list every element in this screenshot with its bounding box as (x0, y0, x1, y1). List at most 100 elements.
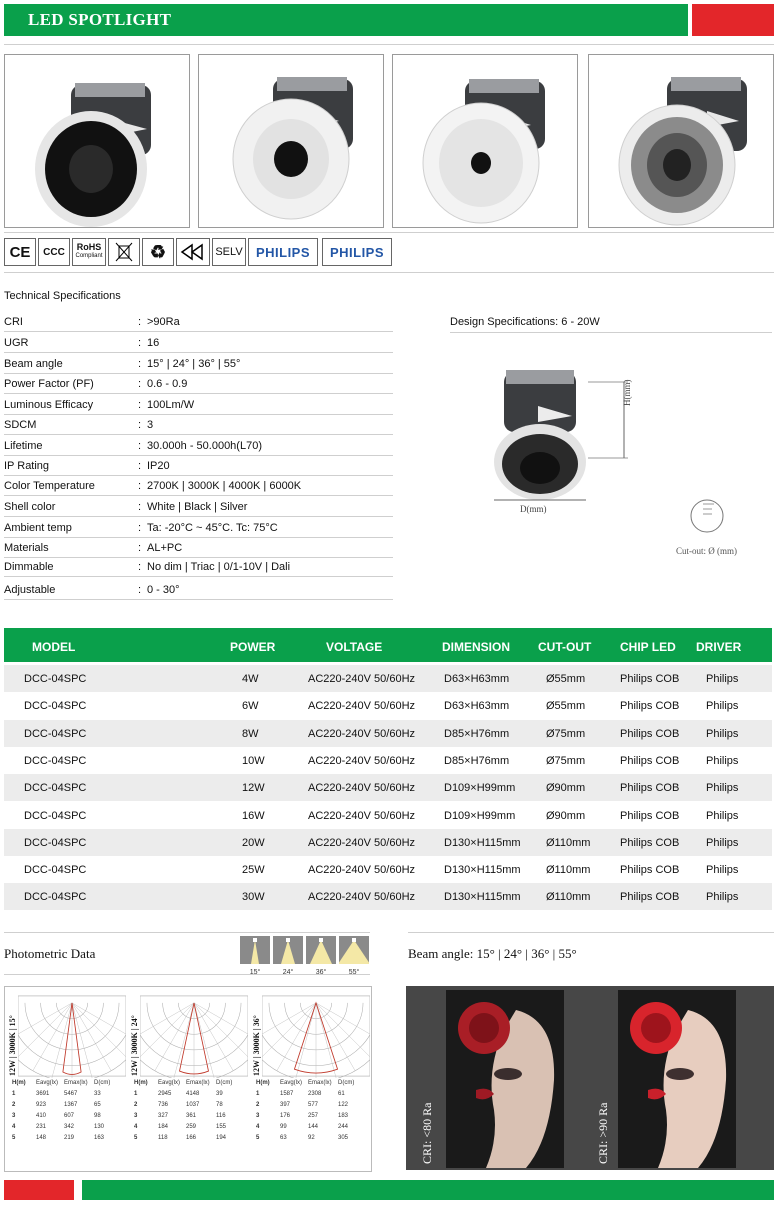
spec-colon: : (138, 358, 142, 370)
spec-value: 30.000h - 50.000h(L70) (147, 440, 262, 452)
photometric-cell: 1 (256, 1091, 260, 1097)
recycle-icon: ♻ (142, 238, 174, 266)
cell-chip: Philips COB (620, 782, 680, 795)
photometric-col-header: D(cm) (94, 1080, 111, 1086)
cell-driver: Philips (706, 809, 739, 822)
polar-diagram (262, 995, 370, 1078)
photometric-cell: 63 (280, 1135, 287, 1141)
photometric-cell: 1367 (64, 1102, 78, 1108)
photometric-cell: 244 (338, 1124, 349, 1130)
photometric-col-header: Emax(lx) (308, 1080, 332, 1086)
photometric-cell: 1 (12, 1091, 16, 1097)
photometric-cell: 144 (308, 1124, 319, 1130)
cell-chip: Philips COB (620, 864, 680, 877)
spec-key: Dimmable (4, 561, 54, 573)
polar-chart: 12W | 3000K | 15° H(m) Eavg(lx) Emax(lx) D(c… (8, 994, 126, 1170)
cell-power: 12W (242, 782, 265, 795)
beam-angle-label: 24° (282, 969, 294, 976)
photometric-cell: 183 (338, 1113, 349, 1119)
photometric-cell: 397 (280, 1102, 291, 1108)
table-row: DCC-04SPC 16W AC220-240V 50/60Hz D109×H99mm… (4, 802, 772, 829)
photometric-cell: 5467 (64, 1091, 78, 1097)
spec-row: SDCM:3 (4, 415, 393, 435)
photometric-cell: 607 (64, 1113, 75, 1119)
spec-key: Luminous Efficacy (4, 399, 94, 411)
photometric-cell: 78 (216, 1102, 223, 1108)
spec-row: UGR:16 (4, 333, 393, 353)
photometric-cell: 65 (94, 1102, 101, 1108)
table-row: DCC-04SPC 20W AC220-240V 50/60Hz D130×H115m… (4, 828, 772, 856)
table-row: DCC-04SPC 4W AC220-240V 50/60Hz D63×H63mm Ø5… (4, 665, 772, 692)
cell-driver: Philips (706, 782, 739, 795)
photometric-cell: 231 (36, 1124, 47, 1130)
spec-row: IP Rating: IP20 (4, 456, 393, 476)
spec-key: Adjustable (4, 584, 56, 596)
model-table-header: MODEL POWER VOLTAGE DIMENSION CUT-OUT CH… (4, 628, 772, 662)
spec-colon: : (138, 501, 142, 513)
photometric-cell: 4148 (186, 1091, 200, 1097)
cell-model: DCC-04SPC (24, 809, 87, 822)
product-photo-pinhole (392, 54, 578, 228)
photometric-cell: 99 (280, 1124, 287, 1130)
spec-key: Shell color (4, 501, 56, 513)
cell-dimension: D109×H99mm (444, 782, 516, 795)
cell-model: DCC-04SPC (24, 891, 87, 904)
spec-colon: : (138, 542, 142, 554)
table-row: DCC-04SPC 10W AC220-240V 50/60Hz D85×H76mm Ø… (4, 747, 772, 774)
photometric-col-header: Eavg(lx) (280, 1080, 303, 1086)
spec-key: Materials (4, 542, 49, 554)
product-photo-black (4, 54, 190, 228)
photometric-title: Photometric Data (4, 946, 96, 961)
cell-voltage: AC220-240V 50/60Hz (308, 782, 416, 795)
cutout-icon (690, 496, 724, 536)
photometric-cell: 923 (36, 1102, 47, 1108)
photometric-cell: 4 (12, 1124, 16, 1130)
divider (4, 272, 774, 273)
diameter-label: D(mm) (520, 504, 547, 514)
photometric-cell: 2945 (158, 1091, 172, 1097)
cell-voltage: AC220-240V 50/60Hz (308, 754, 416, 767)
beam-angle-icon: 55° (338, 936, 370, 976)
spec-value: 0 - 30° (147, 584, 180, 596)
spec-value: 0.6 - 0.9 (147, 378, 188, 390)
polar-chart-label: 12W | 3000K | 24° (130, 1015, 139, 1076)
cell-dimension: D130×H115mm (444, 891, 521, 904)
cell-dimension: D130×H115mm (444, 864, 521, 877)
low-cri-label: CRI: <80 Ra (420, 1102, 434, 1164)
cell-power: 25W (242, 864, 265, 877)
spec-row: Lifetime:30.000h - 50.000h(L70) (4, 436, 393, 456)
spec-row: Materials: AL+PC (4, 538, 393, 558)
spec-colon: : (138, 561, 142, 573)
spec-row: Shell color: White | Black | Silver (4, 497, 393, 517)
spec-value: IP20 (147, 460, 170, 472)
cell-model: DCC-04SPC (24, 836, 87, 849)
photometric-cell: 342 (64, 1124, 75, 1130)
photometric-cell: 257 (308, 1113, 319, 1119)
page-title: LED SPOTLIGHT (28, 10, 172, 29)
col-cutout: CUT-OUT (538, 640, 592, 654)
spec-key: IP Rating (4, 460, 50, 472)
table-row: DCC-04SPC 30W AC220-240V 50/60Hz D130×H115m… (4, 883, 772, 911)
cell-power: 16W (242, 809, 265, 822)
col-dimension: DIMENSION (442, 640, 511, 654)
spec-row: Beam angle:15° | 24° | 36° | 55° (4, 354, 393, 374)
photometric-cell: 1 (134, 1091, 138, 1097)
cell-driver: Philips (706, 754, 739, 767)
col-model: MODEL (32, 640, 76, 654)
polar-chart: 12W | 3000K | 24° H(m) Eavg(lx) Emax(lx) D(c… (130, 994, 248, 1170)
photometric-cell: 3691 (36, 1091, 50, 1097)
cell-model: DCC-04SPC (24, 782, 87, 795)
cell-cutout: Ø75mm (546, 727, 586, 740)
spec-key: CRI (4, 316, 23, 328)
philips-logo: PHILIPS (322, 238, 392, 266)
beam-angle-icon: 15° (240, 936, 270, 976)
cell-model: DCC-04SPC (24, 864, 87, 877)
photometric-cell: 39 (216, 1091, 223, 1097)
photometric-cell: 148 (36, 1135, 47, 1141)
cell-cutout: Ø110mm (546, 836, 591, 849)
spec-value: >90Ra (147, 316, 180, 328)
height-label: H(mm) (622, 379, 632, 407)
spec-key: Color Temperature (4, 480, 95, 492)
photometric-col-header: Emax(lx) (186, 1080, 210, 1086)
cell-cutout: Ø55mm (546, 700, 586, 713)
